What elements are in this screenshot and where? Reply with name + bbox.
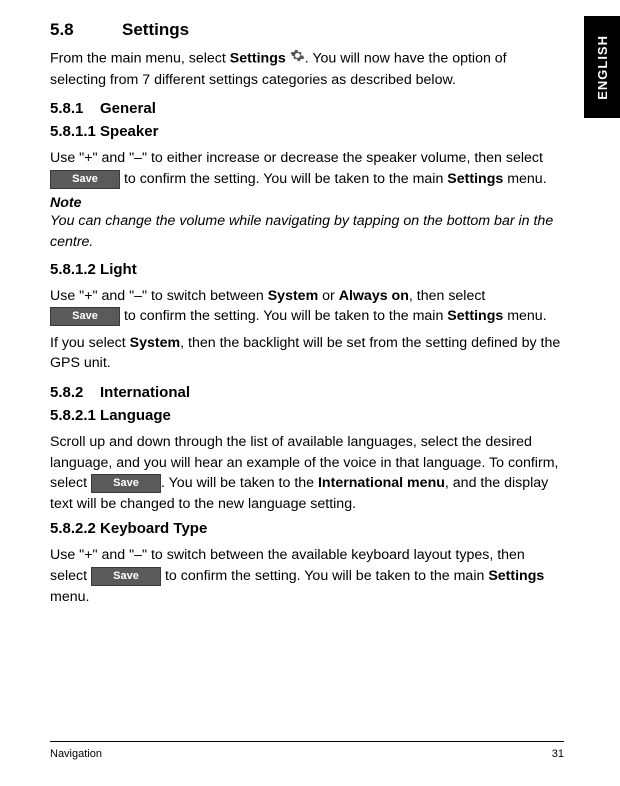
heading-5-8-2-num: 5.8.2	[50, 384, 100, 401]
content-area: 5.8Settings From the main menu, select S…	[50, 20, 564, 613]
speaker-text-1: Use "+" and "–" to either increase or de…	[50, 150, 543, 166]
light-text-2: to confirm the setting. You will be take…	[120, 308, 447, 324]
footer-page-number: 31	[552, 748, 564, 760]
light-settings-word: Settings	[447, 308, 503, 324]
footer-section-name: Navigation	[50, 748, 102, 760]
save-button[interactable]: Save	[50, 170, 120, 189]
heading-5-8-2-1: 5.8.2.1 Language	[50, 407, 564, 424]
heading-5-8-1-1: 5.8.1.1 Speaker	[50, 123, 564, 140]
lang-text-2: . You will be taken to the	[161, 475, 318, 491]
light-text-2c: menu.	[503, 308, 546, 324]
light-text-1c: or	[318, 288, 339, 304]
intro-text-1: From the main menu, select	[50, 51, 230, 67]
language-tab: ENGLISH	[584, 16, 620, 118]
heading-5-8-2: 5.8.2International	[50, 384, 564, 401]
heading-5-8-1-title: General	[100, 100, 156, 117]
save-button[interactable]: Save	[91, 474, 161, 493]
heading-5-8-1-num: 5.8.1	[50, 100, 100, 117]
intro-settings-word: Settings	[230, 51, 286, 67]
intro-paragraph: From the main menu, select Settings . Yo…	[50, 48, 564, 90]
save-button[interactable]: Save	[91, 567, 161, 586]
note-label: Note	[50, 195, 564, 211]
language-paragraph: Scroll up and down through the list of a…	[50, 432, 564, 514]
heading-5-8-1-2: 5.8.1.2 Light	[50, 261, 564, 278]
heading-5-8-title: Settings	[122, 20, 189, 39]
kb-settings-word: Settings	[488, 568, 544, 584]
speaker-settings-word: Settings	[447, 171, 503, 187]
light-text-1: Use "+" and "–" to switch between	[50, 288, 268, 304]
speaker-text-2: to confirm the setting. You will be take…	[120, 171, 447, 187]
heading-5-8-1: 5.8.1General	[50, 100, 564, 117]
light-always-on-word: Always on	[339, 288, 409, 304]
speaker-paragraph: Use "+" and "–" to either increase or de…	[50, 148, 564, 189]
heading-5-8: 5.8Settings	[50, 20, 564, 40]
gear-icon	[290, 48, 305, 70]
light-system-word-2: System	[130, 335, 180, 351]
heading-5-8-num: 5.8	[50, 20, 122, 40]
speaker-text-3: menu.	[503, 171, 546, 187]
light-system-word: System	[268, 288, 318, 304]
light-paragraph-1: Use "+" and "–" to switch between System…	[50, 286, 564, 327]
note-text: You can change the volume while navigati…	[50, 211, 564, 252]
page: ENGLISH 5.8Settings From the main menu, …	[0, 0, 620, 786]
language-tab-label: ENGLISH	[595, 35, 610, 100]
save-button[interactable]: Save	[50, 307, 120, 326]
light-text-3a: If you select	[50, 335, 130, 351]
lang-intl-menu-word: International menu	[318, 475, 445, 491]
heading-5-8-2-title: International	[100, 384, 190, 401]
keyboard-paragraph: Use "+" and "–" to switch between the av…	[50, 545, 564, 607]
light-text-1e: , then select	[409, 288, 486, 304]
page-footer: Navigation 31	[50, 741, 564, 760]
kb-text-2: to confirm the setting. You will be take…	[161, 568, 488, 584]
light-paragraph-2: If you select System, then the backlight…	[50, 333, 564, 374]
kb-text-2c: menu.	[50, 589, 89, 605]
heading-5-8-2-2: 5.8.2.2 Keyboard Type	[50, 520, 564, 537]
